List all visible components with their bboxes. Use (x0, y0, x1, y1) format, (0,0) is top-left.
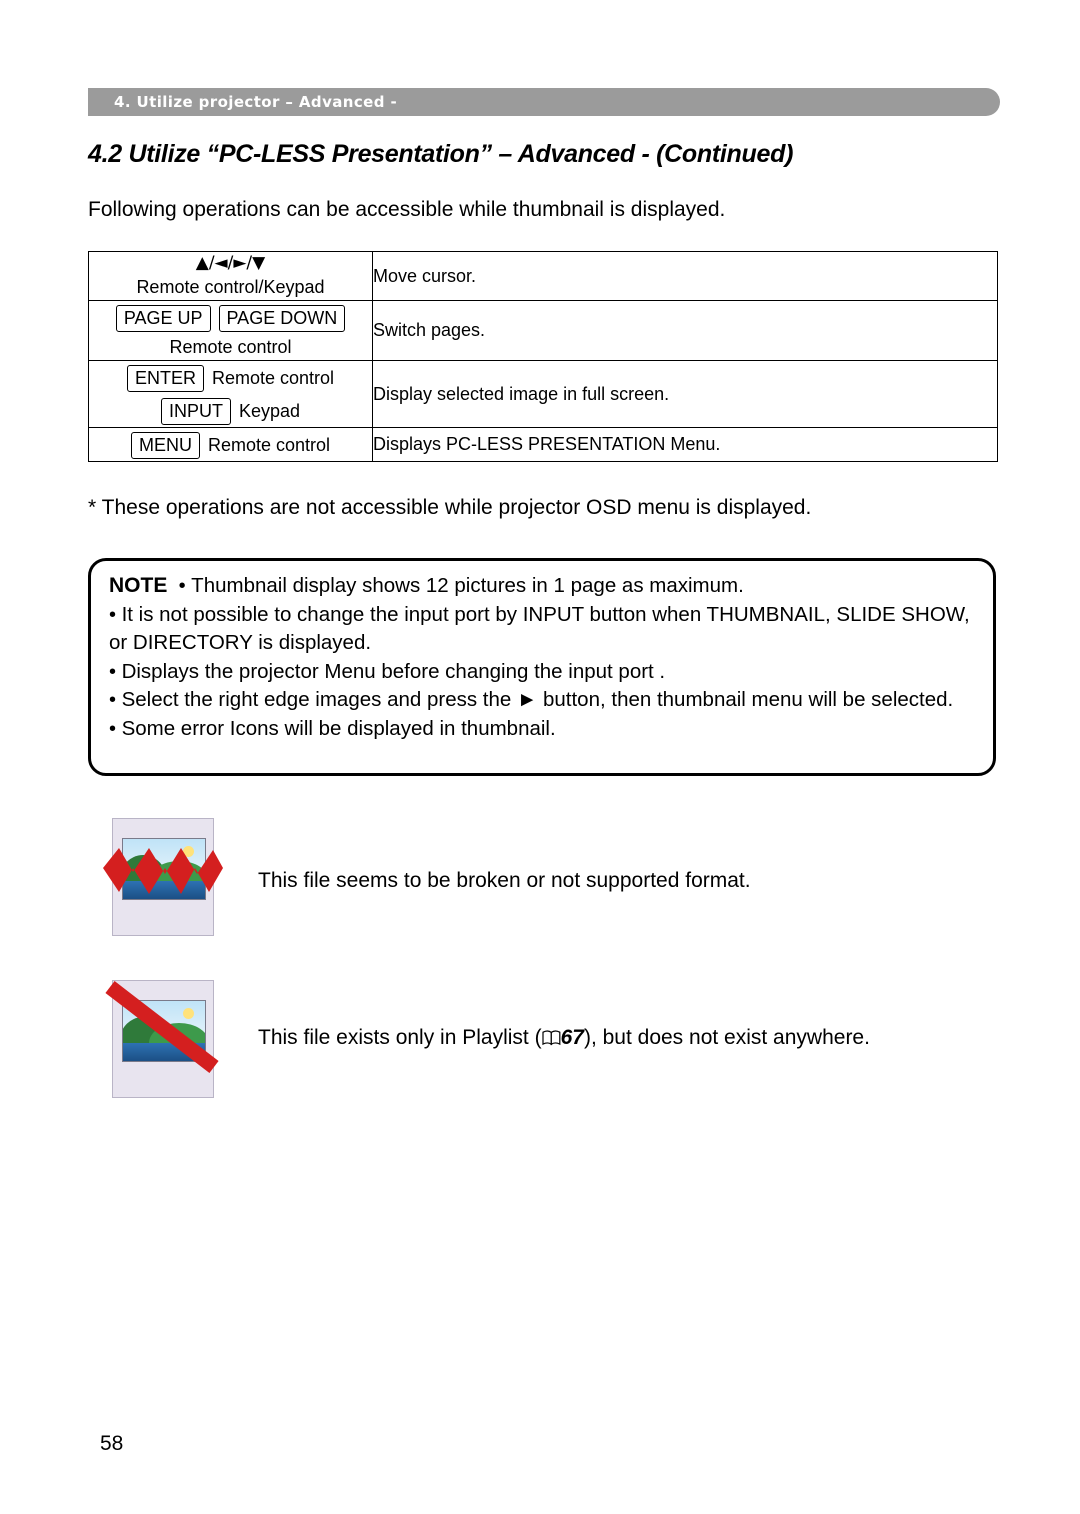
table-cell-description: Display selected image in full screen. (372, 360, 998, 428)
arrow-keys-label: ▲/◄/►/▼ (195, 253, 266, 273)
table-cell-description: Displays PC-LESS PRESENTATION Menu. (372, 427, 998, 462)
note-bullet-row: • It is not possible to change the input… (109, 601, 975, 658)
figure-caption-missing: This file exists only in Playlist ( 67),… (258, 1026, 870, 1052)
key-page-up: PAGE UP (115, 305, 211, 332)
note-bullet-2: Displays the projector Menu before chang… (121, 659, 666, 683)
table-cell-key: PAGE UP PAGE DOWN Remote control (88, 300, 373, 361)
red-slash-icon (105, 981, 219, 1073)
note-bullet-row: • Displays the projector Menu before cha… (109, 658, 975, 687)
figure-missing-file (105, 980, 222, 1108)
table-row: MENU Remote control Displays PC-LESS PRE… (88, 427, 998, 462)
zigzag-tear-icon (103, 848, 223, 894)
table-row: PAGE UP PAGE DOWN Remote control Switch … (88, 300, 998, 361)
key-page-down: PAGE DOWN (218, 305, 346, 332)
document-page: 4. Utilize projector – Advanced - 4.2 Ut… (0, 0, 1080, 1514)
table-cell-description: Move cursor. (372, 251, 998, 301)
page-number: 58 (100, 1432, 124, 1455)
broken-image-icon (103, 818, 223, 936)
key-enter-source: Remote control (211, 368, 335, 388)
key-enter: ENTER (126, 365, 204, 392)
note-bullet-3: Select the right edge images and press t… (121, 688, 954, 711)
table-cell-key: ENTER Remote control INPUT Keypad (88, 360, 373, 428)
note-first-line: NOTE • Thumbnail display shows 12 pictur… (109, 572, 975, 601)
key-source-label: Remote control/Keypad (136, 277, 325, 297)
page-title: 4.2 Utilize “PC-LESS Presentation” – Adv… (88, 140, 794, 168)
figure-caption-broken: This file seems to be broken or not supp… (258, 869, 751, 892)
note-box: NOTE • Thumbnail display shows 12 pictur… (88, 558, 996, 776)
table-cell-description: Switch pages. (372, 300, 998, 361)
key-input: INPUT (160, 398, 231, 425)
bullet-icon: • (173, 575, 192, 597)
figure-broken-image (103, 818, 223, 946)
intro-paragraph: Following operations can be accessible w… (88, 198, 726, 221)
book-icon (541, 1028, 561, 1052)
note-bullet-0: Thumbnail display shows 12 pictures in 1… (191, 574, 744, 597)
key-menu-source: Remote control (207, 435, 331, 455)
note-bullet-row: • Select the right edge images and press… (109, 686, 975, 715)
key-source-label: Remote control (169, 337, 292, 357)
bullet-icon: • (109, 717, 122, 740)
key-menu: MENU (130, 432, 200, 459)
table-cell-key: ▲/◄/►/▼ Remote control/Keypad (88, 251, 373, 301)
note-label: NOTE (109, 574, 168, 597)
table-row: ENTER Remote control INPUT Keypad Displa… (88, 360, 998, 428)
caption-text-after: ), but does not exist anywhere. (583, 1026, 870, 1049)
caption-page-ref: 67 (560, 1026, 584, 1049)
chapter-header-label: 4. Utilize projector – Advanced - (114, 93, 398, 111)
missing-file-icon (105, 980, 219, 1098)
table-row: ▲/◄/►/▼ Remote control/Keypad Move curso… (88, 251, 998, 301)
operations-table: ▲/◄/►/▼ Remote control/Keypad Move curso… (88, 251, 998, 462)
note-bullet-1: It is not possible to change the input p… (109, 602, 970, 655)
bullet-icon: • (109, 603, 122, 626)
bullet-icon: • (109, 660, 122, 683)
bullet-icon: • (109, 689, 122, 711)
table-cell-key: MENU Remote control (88, 427, 373, 462)
note-bullet-row: • Some error Icons will be displayed in … (109, 715, 975, 744)
key-input-source: Keypad (238, 401, 301, 421)
chapter-header-bar: 4. Utilize projector – Advanced - (88, 88, 1000, 116)
note-bullet-4: Some error Icons will be displayed in th… (121, 716, 556, 740)
caption-text-before: This file exists only in Playlist ( (258, 1026, 542, 1049)
footnote-osd: * These operations are not accessible wh… (88, 496, 812, 519)
